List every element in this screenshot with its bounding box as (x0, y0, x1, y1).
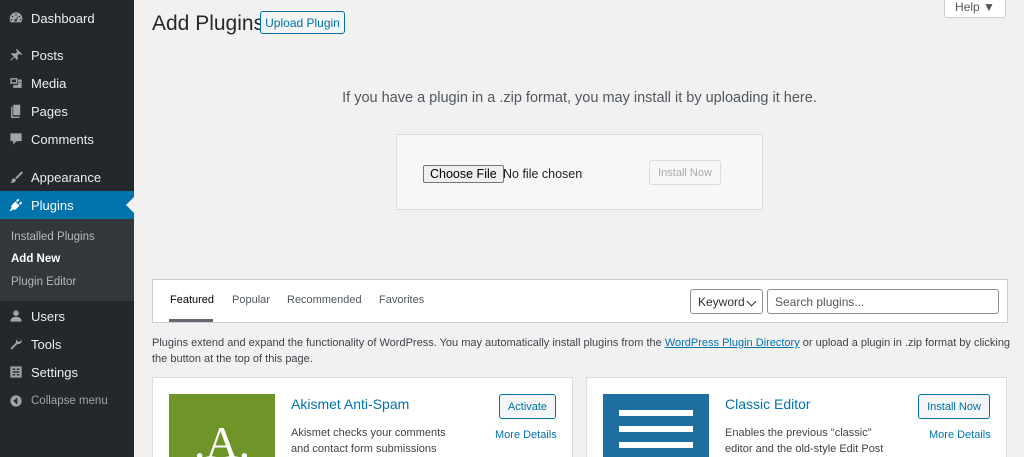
tab-popular[interactable]: Popular (232, 294, 270, 306)
collapse-icon (9, 394, 23, 408)
search-plugins-input[interactable] (767, 289, 999, 314)
tab-recommended[interactable]: Recommended (287, 294, 362, 306)
submenu-plugin-editor[interactable]: Plugin Editor (11, 276, 76, 288)
page-title: Add Plugins (152, 12, 265, 35)
classic-editor-logo[interactable] (603, 394, 709, 457)
menu-label: Users (31, 308, 65, 324)
menu-label: Plugins (31, 197, 74, 213)
active-tab-indicator (169, 319, 213, 322)
select-value: Keyword (698, 294, 745, 309)
text-lines-icon (619, 410, 693, 448)
plugin-directory-link[interactable]: WordPress Plugin Directory (665, 337, 800, 349)
wrench-icon (9, 337, 23, 351)
chevron-down-icon (746, 296, 757, 307)
menu-label: Appearance (31, 169, 102, 185)
install-now-button[interactable]: Install Now (649, 160, 721, 185)
menu-users[interactable]: Users (0, 306, 134, 326)
upload-plugin-button[interactable]: Upload Plugin (260, 11, 345, 34)
plugin-description: Enables the previous "classic" editor an… (725, 427, 884, 455)
plugin-card: .A. Akismet Anti-Spam Akismet checks you… (152, 377, 573, 457)
svg-text:.A.: .A. (194, 417, 250, 457)
menu-comments[interactable]: Comments (0, 129, 134, 149)
settings-icon (9, 365, 23, 379)
menu-pages[interactable]: Pages (0, 101, 134, 121)
menu-label: Media (31, 75, 67, 91)
help-button[interactable]: Help ▼ (944, 0, 1006, 18)
plugin-title-link[interactable]: Classic Editor (725, 396, 811, 412)
menu-media[interactable]: Media (0, 73, 134, 93)
menu-label: Posts (31, 47, 64, 63)
tab-featured[interactable]: Featured (170, 294, 214, 306)
menu-tools[interactable]: Tools (0, 334, 134, 354)
submenu-installed-plugins[interactable]: Installed Plugins (11, 231, 95, 243)
menu-label: Collapse menu (31, 395, 108, 407)
menu-settings[interactable]: Settings (0, 362, 134, 382)
tab-favorites[interactable]: Favorites (379, 294, 424, 306)
admin-sidebar: Dashboard Posts Media Pages Comments App… (0, 0, 134, 457)
brush-icon (9, 170, 23, 184)
users-icon (9, 309, 23, 323)
choose-file-button[interactable]: Choose File (423, 165, 504, 183)
dashboard-icon (9, 11, 23, 25)
menu-label: Settings (31, 364, 78, 380)
activate-button[interactable]: Activate (499, 394, 556, 419)
menu-label: Pages (31, 103, 68, 119)
current-menu-arrow (126, 197, 134, 213)
akismet-letter-icon: .A. (194, 417, 250, 457)
menu-posts[interactable]: Posts (0, 45, 134, 65)
plugin-card: Classic Editor Enables the previous "cla… (586, 377, 1007, 457)
install-now-button[interactable]: Install Now (918, 394, 990, 419)
media-icon (9, 76, 23, 90)
intro-text: Plugins extend and expand the functional… (152, 336, 1012, 367)
menu-label: Dashboard (31, 10, 95, 26)
menu-plugins[interactable]: Plugins (0, 191, 134, 219)
more-details-link[interactable]: More Details (929, 429, 991, 441)
pushpin-icon (9, 48, 23, 62)
comment-icon (9, 132, 23, 146)
menu-label: Comments (31, 131, 94, 147)
plugins-submenu: Installed Plugins Add New Plugin Editor (0, 219, 134, 301)
plugin-filter-bar: Featured Popular Recommended Favorites K… (152, 279, 1008, 323)
pages-icon (9, 104, 23, 118)
search-type-select[interactable]: Keyword (690, 289, 763, 314)
plugin-title-link[interactable]: Akismet Anti-Spam (291, 396, 409, 412)
menu-label: Tools (31, 336, 62, 352)
plugin-description: Akismet checks your comments and contact… (291, 427, 446, 455)
menu-collapse[interactable]: Collapse menu (0, 391, 134, 411)
menu-appearance[interactable]: Appearance (0, 167, 134, 187)
menu-dashboard[interactable]: Dashboard (0, 8, 134, 28)
upload-instructions: If you have a plugin in a .zip format, y… (342, 90, 817, 106)
plugin-icon (9, 198, 23, 212)
submenu-add-new[interactable]: Add New (11, 253, 60, 265)
more-details-link[interactable]: More Details (495, 429, 557, 441)
akismet-logo[interactable]: .A. (169, 394, 275, 457)
file-status-text: No file chosen (503, 167, 583, 181)
upload-form: Choose File No file chosen Install Now (396, 134, 763, 210)
intro-before: Plugins extend and expand the functional… (152, 337, 665, 349)
